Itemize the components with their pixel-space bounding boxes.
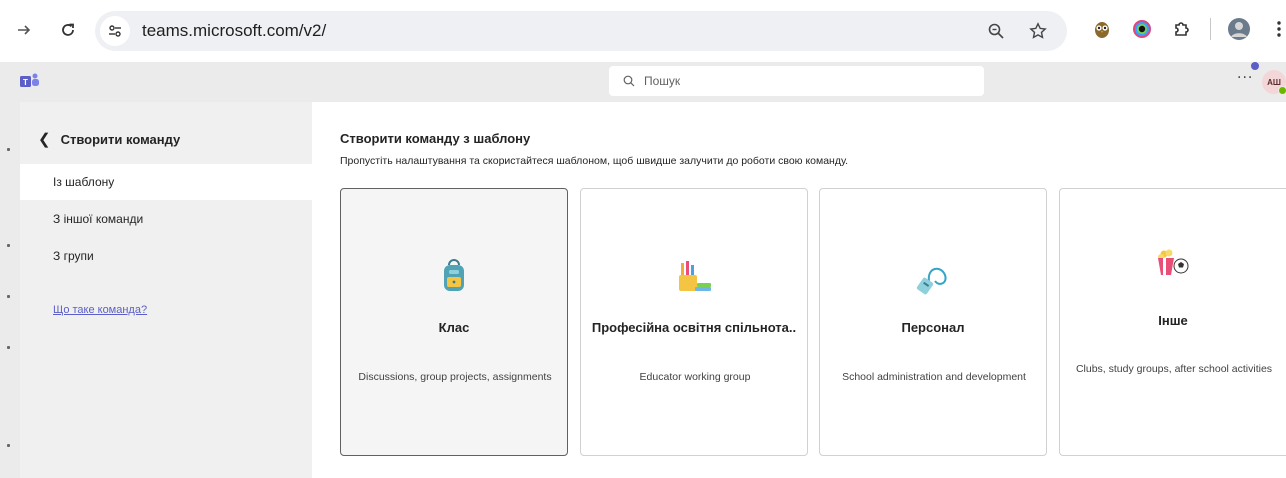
bookmark-star-button[interactable]: [1027, 20, 1049, 42]
toolbar-divider: [1210, 18, 1211, 40]
nav-item-from-group[interactable]: З групи: [20, 238, 312, 274]
teams-header: T Пошук ··· АШ: [0, 62, 1286, 102]
card-title: Клас: [438, 320, 470, 335]
site-settings-icon: [109, 25, 121, 37]
notification-dot: [1251, 62, 1259, 70]
forward-button[interactable]: [12, 18, 36, 42]
card-description: Educator working group: [639, 371, 751, 383]
reload-icon: [62, 23, 74, 36]
url-text[interactable]: teams.microsoft.com/v2/: [142, 21, 326, 41]
star-icon: [1029, 22, 1047, 39]
rail-mark: [7, 346, 10, 349]
search-icon: [623, 75, 635, 87]
profile-button[interactable]: [1227, 17, 1251, 41]
card-description: School administration and development: [842, 371, 1026, 383]
search-input[interactable]: Пошук: [609, 66, 984, 96]
template-card-plc[interactable]: Професійна освітня спільнота.. Educator …: [580, 188, 808, 456]
rail-mark: [7, 295, 10, 298]
rail-mark: [7, 244, 10, 247]
page-title: Створити команду з шаблону: [340, 131, 531, 146]
create-team-panel: ❮ Створити команду Із шаблону З іншої ко…: [20, 102, 312, 478]
kebab-menu-icon: [1277, 21, 1281, 37]
lanyard-badge-icon: [916, 267, 947, 295]
zoom-button[interactable]: [985, 20, 1007, 42]
owl-extension-button[interactable]: [1090, 17, 1114, 41]
card-description: Discussions, group projects, assignments: [358, 371, 552, 383]
teams-logo-icon[interactable]: T: [20, 72, 40, 90]
app-rail: [0, 102, 20, 478]
extensions-button[interactable]: [1170, 17, 1194, 41]
page-subtitle: Пропустіть налаштування та скористайтеся…: [340, 155, 849, 167]
owl-icon: [1095, 22, 1109, 38]
nav-item-from-template[interactable]: Із шаблону: [20, 164, 312, 200]
nav-item-from-other-team[interactable]: З іншої команди: [20, 201, 312, 237]
card-icon-wrap: [820, 263, 1046, 295]
browser-toolbar: teams.microsoft.com/v2/: [0, 0, 1286, 62]
card-title: Інше: [1158, 313, 1188, 328]
template-card-class[interactable]: Клас Discussions, group projects, assign…: [340, 188, 568, 456]
popcorn-soccer-icon: [1158, 249, 1189, 275]
card-icon-wrap: [581, 261, 807, 293]
forward-arrow-icon: [18, 25, 31, 35]
svg-text:T: T: [23, 78, 28, 87]
template-gallery: Створити команду з шаблону Пропустіть на…: [312, 102, 1286, 478]
card-icon-wrap: [341, 259, 567, 293]
address-bar[interactable]: teams.microsoft.com/v2/: [95, 11, 1067, 51]
browser-menu-button[interactable]: [1267, 17, 1286, 41]
template-card-other[interactable]: Інше Clubs, study groups, after school a…: [1059, 188, 1286, 456]
zoom-icon: [988, 23, 1004, 39]
card-title: Професійна освітня спільнота..: [591, 320, 797, 335]
pencil-cup-books-icon: [679, 261, 711, 291]
presence-status-icon: [1278, 86, 1286, 95]
panel-title: Створити команду: [60, 131, 181, 147]
template-card-staff[interactable]: Персонал School administration and devel…: [819, 188, 1047, 456]
rail-mark: [7, 444, 10, 447]
rail-mark: [7, 148, 10, 151]
back-chevron-icon[interactable]: ❮: [38, 130, 51, 148]
puzzle-icon: [1175, 22, 1189, 36]
card-title: Персонал: [901, 320, 965, 335]
panel-header: ❮ Створити команду: [38, 130, 180, 148]
card-icon-wrap: [1060, 249, 1286, 277]
card-description: Clubs, study groups, after school activi…: [1075, 363, 1273, 375]
more-options-button[interactable]: ···: [1237, 70, 1253, 86]
backpack-icon: [444, 259, 464, 291]
site-info-button[interactable]: [100, 16, 130, 46]
color-wheel-icon: [1133, 20, 1151, 38]
search-placeholder: Пошук: [644, 74, 681, 88]
profile-avatar-icon: [1228, 18, 1250, 40]
color-extension-button[interactable]: [1130, 17, 1154, 41]
what-is-team-link[interactable]: Що таке команда?: [53, 304, 147, 316]
reload-button[interactable]: [56, 18, 80, 42]
